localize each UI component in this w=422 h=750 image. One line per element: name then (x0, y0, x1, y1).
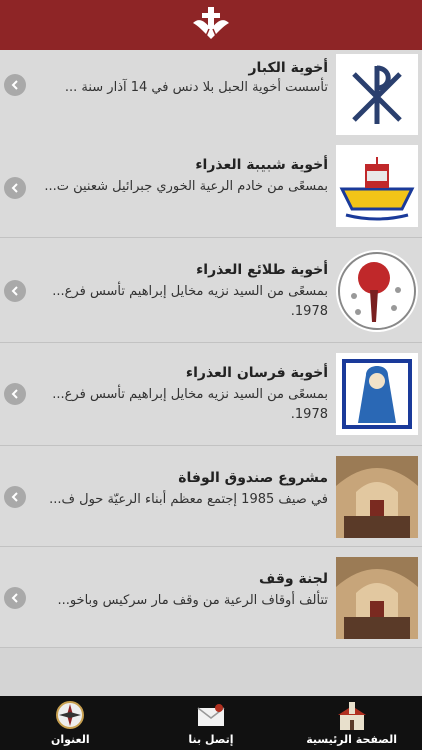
list-item[interactable]: لجنة وقف تتألف أوقاف الرعية من وقف مار س… (0, 547, 422, 648)
chevron-left-icon[interactable] (4, 383, 26, 405)
tab-contact[interactable]: إتصل بنا (151, 700, 271, 746)
church-interior-photo-icon (336, 557, 418, 639)
item-title: لجنة وقف (259, 571, 328, 587)
lebanon-boat-emblem-icon (336, 145, 418, 227)
item-title: أخوية الكبار (248, 60, 328, 76)
item-description: تأسست أخوية الحبل بلا دنس في 14 آذار سنة… (64, 80, 328, 95)
dove-cross-logo-icon (193, 7, 229, 39)
tab-home[interactable]: الصفحة الرئيسية (292, 700, 412, 746)
chevron-left-icon[interactable] (4, 177, 26, 199)
tab-label: الصفحة الرئيسية (306, 733, 398, 746)
item-description: بمسعًى من السيد نزيه مخايل إبراهيم تأسس … (52, 284, 328, 319)
chi-rho-emblem-icon (336, 54, 418, 136)
item-title: مشروع صندوق الوفاة (178, 470, 328, 486)
chevron-left-icon[interactable] (4, 587, 26, 609)
list-item[interactable]: مشروع صندوق الوفاة في صيف 1985 إجتمع معظ… (0, 446, 422, 547)
item-description: في صيف 1985 إجتمع معظم أبناء الرعيّة حول… (49, 492, 328, 507)
chevron-left-icon[interactable] (4, 280, 26, 302)
envelope-contact-icon (197, 704, 225, 726)
item-title: أخوية فرسان العذراء (185, 365, 328, 381)
tab-bar: الصفحة الرئيسية إتصل بنا العنوان (0, 696, 422, 750)
tab-address[interactable]: العنوان (10, 700, 130, 746)
chevron-left-icon[interactable] (4, 74, 26, 96)
list-item[interactable]: أخوية طلائع العذراء بمسعًى من السيد نزيه… (0, 238, 422, 343)
torch-emblem-icon (336, 250, 418, 332)
tab-label: إتصل بنا (188, 733, 234, 746)
madonna-emblem-icon (336, 353, 418, 435)
item-title: أخوية طلائع العذراء (196, 262, 328, 278)
item-title: أخوية شبيبة العذراء (195, 157, 328, 173)
church-interior-photo-icon (336, 456, 418, 538)
header-bar (0, 0, 422, 50)
item-description: بمسعًى من السيد نزيه مخايل إبراهيم تأسس … (52, 387, 328, 422)
item-list: أخوية الكبار تأسست أخوية الحبل بلا دنس ف… (0, 50, 422, 696)
list-item[interactable]: أخوية شبيبة العذراء بمسعًى من خادم الرعي… (0, 135, 422, 238)
church-home-icon (337, 702, 366, 730)
item-description: بمسعًى من خادم الرعية الخوري جبرائيل شعن… (44, 179, 328, 194)
chevron-left-icon[interactable] (4, 486, 26, 508)
compass-address-icon (56, 701, 85, 729)
list-item[interactable]: أخوية فرسان العذراء بمسعًى من السيد نزيه… (0, 343, 422, 446)
tab-label: العنوان (51, 733, 90, 746)
item-description: تتألف أوقاف الرعية من وقف مار سركيس وباخ… (57, 593, 328, 608)
